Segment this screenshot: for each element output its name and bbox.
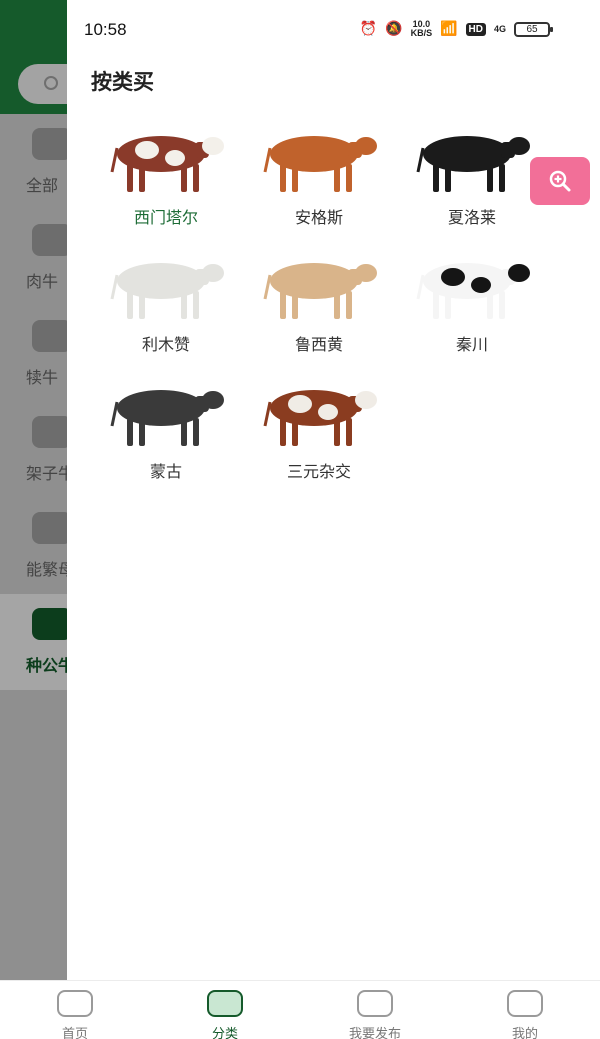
cattle-image — [263, 263, 377, 319]
cattle-image — [263, 136, 377, 192]
calf-icon — [32, 320, 72, 352]
status-bar: 10:58 ⏰ 🔕 10.0 KB/S 📶 HD 4G 65 — [67, 0, 600, 60]
tab-category[interactable]: 分类 — [175, 987, 275, 1039]
breed-item[interactable]: 蒙古 — [91, 378, 245, 488]
breed-item[interactable]: 西门塔尔 — [91, 124, 245, 234]
tab-publish[interactable]: 我要发布 — [325, 987, 425, 1039]
breed-name: 蒙古 — [149, 462, 182, 481]
breed-name: 秦川 — [455, 335, 488, 354]
breed-item[interactable]: 秦川 — [397, 251, 551, 361]
status-icons: ⏰ 🔕 10.0 KB/S 📶 HD 4G 65 — [359, 19, 553, 38]
breed-item[interactable]: 安格斯 — [244, 124, 398, 234]
bottom-tab-bar: 首页 分类 我要发布 我的 — [0, 980, 600, 1039]
cattle-image — [110, 136, 224, 192]
hd-badge: HD — [465, 22, 486, 36]
network-speed: 10.0 KB/S — [410, 19, 433, 38]
cattle-image — [416, 263, 530, 319]
status-time: 10:58 — [84, 20, 127, 39]
profile-face-icon — [507, 990, 543, 1017]
cattle-image — [110, 390, 224, 446]
tab-home[interactable]: 首页 — [25, 987, 125, 1039]
wifi-icon: 📶 — [440, 21, 458, 37]
cattle-image — [263, 390, 377, 446]
breed-name: 三元杂交 — [286, 462, 351, 481]
category-list-icon — [207, 990, 243, 1017]
breed-name: 安格斯 — [294, 208, 343, 227]
mute-icon: 🔕 — [385, 21, 403, 37]
breed-item[interactable]: 鲁西黄 — [244, 251, 398, 361]
breed-item[interactable]: 利木赞 — [91, 251, 245, 361]
all-grid-icon — [32, 128, 72, 160]
breed-name: 夏洛莱 — [447, 208, 496, 227]
breed-name: 西门塔尔 — [133, 208, 198, 227]
zoom-button[interactable] — [530, 157, 590, 205]
breed-item[interactable]: 三元杂交 — [244, 378, 398, 488]
cattle-image — [110, 263, 224, 319]
category-drawer: 10:58 ⏰ 🔕 10.0 KB/S 📶 HD 4G 65 按类买 西门塔尔 安格… — [67, 0, 600, 980]
cattle-image — [416, 136, 530, 192]
cow-icon — [32, 512, 72, 544]
battery-icon: 65 — [514, 21, 553, 37]
home-face-icon — [57, 990, 93, 1017]
breed-name: 鲁西黄 — [294, 335, 343, 354]
breed-item[interactable]: 夏洛莱 — [397, 124, 551, 234]
signal-4g: 4G — [493, 23, 506, 34]
cattle-icon — [32, 416, 72, 448]
drawer-title: 按类买 — [91, 70, 154, 94]
zoom-in-icon — [549, 170, 571, 192]
search-icon — [44, 76, 58, 90]
cattle-icon — [32, 224, 72, 256]
bull-icon — [32, 608, 72, 640]
tab-mine[interactable]: 我的 — [475, 987, 575, 1039]
breed-name: 利木赞 — [141, 335, 190, 354]
publish-plus-icon — [357, 990, 393, 1017]
alarm-icon: ⏰ — [359, 21, 378, 37]
